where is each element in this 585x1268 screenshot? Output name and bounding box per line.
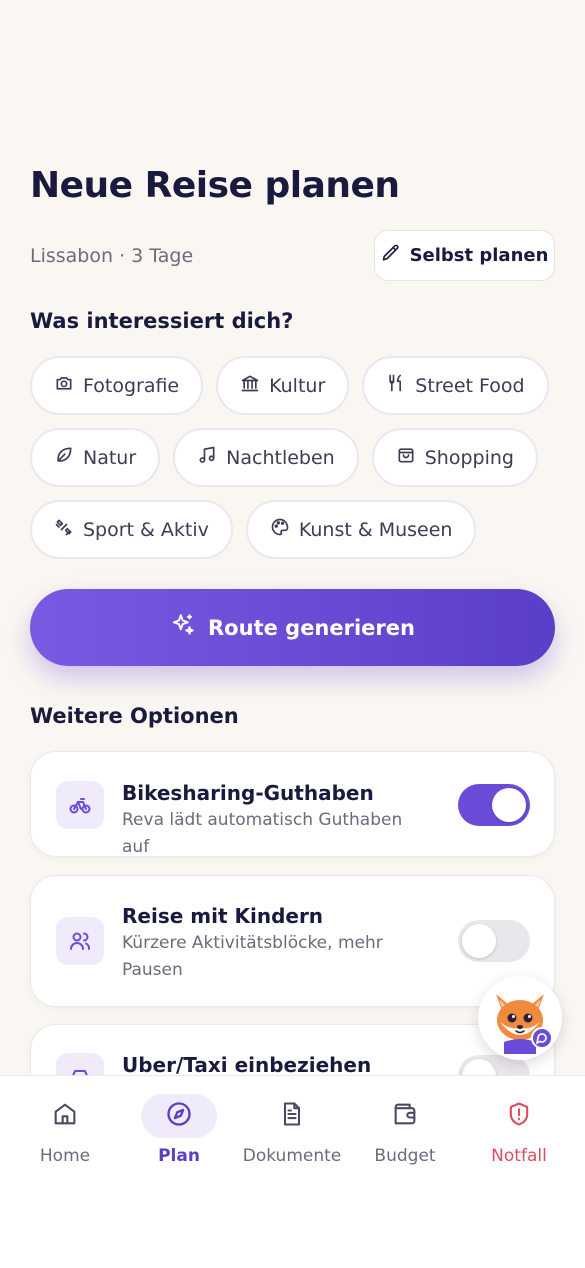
plan-screen: Neue Reise planen Lissabon · 3 Tage Selb…: [0, 0, 585, 1268]
self-plan-label: Selbst planen: [409, 245, 549, 266]
generate-route-label: Route generieren: [208, 615, 415, 640]
self-plan-button[interactable]: Selbst planen: [374, 230, 555, 281]
document-icon: [278, 1100, 306, 1132]
chip-label: Shopping: [424, 446, 514, 469]
home-icon: [51, 1100, 79, 1132]
tab-notfall[interactable]: Notfall: [464, 1094, 574, 1174]
chip-label: Kultur: [269, 374, 326, 397]
chip-sport-aktiv[interactable]: Sport & Aktiv: [30, 500, 233, 559]
option-title: Uber/Taxi einbeziehen: [122, 1053, 372, 1077]
chip-natur[interactable]: Natur: [30, 428, 161, 487]
chip-street-food[interactable]: Street Food: [362, 356, 549, 415]
option-title: Reise mit Kindern: [122, 904, 324, 928]
option-description: Kürzere Aktivitätsblöcke, mehr Pausen: [122, 933, 383, 980]
wallet-icon: [391, 1100, 419, 1132]
toggle-knob: [462, 924, 496, 958]
music-note-icon: [197, 445, 217, 470]
option-bikesharing: Bikesharing-Guthaben Reva lädt automatis…: [30, 751, 555, 857]
chip-nachtleben[interactable]: Nachtleben: [173, 428, 359, 487]
options-heading: Weitere Optionen: [30, 704, 239, 728]
chip-kunst-museen[interactable]: Kunst & Museen: [245, 500, 477, 559]
bottom-tab-bar: Home Plan Dokumente Budget Notfall: [0, 1075, 585, 1268]
dumbbell-icon: [54, 517, 74, 542]
tab-plan[interactable]: Plan: [124, 1094, 234, 1174]
compass-icon: [165, 1100, 193, 1132]
users-icon: [56, 917, 104, 965]
chip-label: Natur: [83, 446, 137, 469]
tab-budget[interactable]: Budget: [350, 1094, 460, 1174]
sparkles-icon: [170, 612, 196, 643]
option-kids: Reise mit Kindern Kürzere Aktivitätsblöc…: [30, 875, 555, 1007]
tab-label: Plan: [158, 1146, 200, 1166]
chip-fotografie[interactable]: Fotografie: [30, 356, 204, 415]
chip-label: Nachtleben: [226, 446, 335, 469]
palette-icon: [270, 517, 290, 542]
leaf-icon: [54, 445, 74, 470]
bikesharing-toggle[interactable]: [458, 784, 530, 826]
page-title: Neue Reise planen: [30, 165, 400, 206]
generate-route-button[interactable]: Route generieren: [30, 589, 555, 666]
bike-icon: [56, 781, 104, 829]
trip-subtitle: Lissabon · 3 Tage: [30, 245, 194, 267]
chip-kultur[interactable]: Kultur: [216, 356, 350, 415]
tab-home[interactable]: Home: [10, 1094, 120, 1174]
option-title: Bikesharing-Guthaben: [122, 781, 374, 805]
tab-label: Home: [39, 1146, 91, 1166]
tab-label: Budget: [374, 1146, 436, 1166]
camera-icon: [54, 373, 74, 398]
option-description: Reva lädt automatisch Guthaben auf: [122, 810, 403, 857]
shield-alert-icon: [505, 1100, 533, 1132]
kids-toggle[interactable]: [458, 920, 530, 962]
tab-label: Dokumente: [242, 1146, 342, 1166]
museum-icon: [240, 373, 260, 398]
utensils-icon: [386, 373, 406, 398]
interests-heading: Was interessiert dich?: [30, 309, 294, 333]
chip-label: Sport & Aktiv: [83, 518, 209, 541]
fox-mascot-button[interactable]: [478, 976, 562, 1060]
tab-dokumente[interactable]: Dokumente: [237, 1094, 347, 1174]
toggle-knob: [492, 788, 526, 822]
chip-label: Kunst & Museen: [298, 518, 453, 541]
shopping-bag-icon: [396, 445, 416, 470]
interest-chips: Fotografie Kultur Street Food Natur Nach…: [30, 356, 560, 572]
chip-shopping[interactable]: Shopping: [371, 428, 538, 487]
fox-mascot-icon: [496, 994, 553, 1054]
pencil-icon: [381, 243, 401, 268]
tab-label: Notfall: [491, 1146, 547, 1166]
chip-label: Street Food: [415, 374, 525, 397]
chip-label: Fotografie: [83, 374, 180, 397]
